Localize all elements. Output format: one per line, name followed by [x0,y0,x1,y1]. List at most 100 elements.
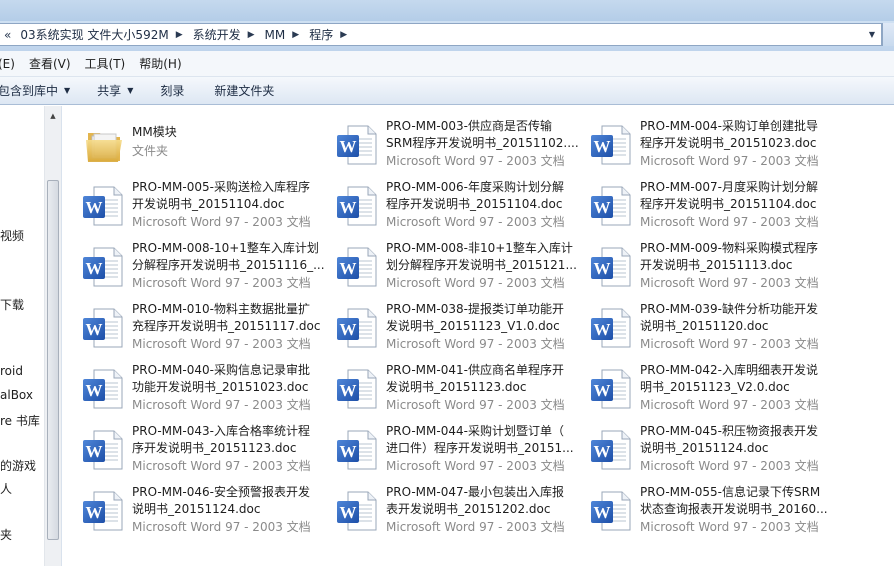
new-folder-button[interactable]: 新建文件夹 [214,82,274,99]
file-item[interactable]: W PRO-MM-007-月度采购计划分解 程序开发说明书_20151104.doc… [588,179,838,237]
file-name: PRO-MM-042-入库明细表开发说 [640,363,818,377]
file-name-continued: 发说明书_20151123_V1.0.doc [386,319,560,333]
nav-item[interactable]: 人 [0,480,12,497]
nav-item[interactable]: 视频 [0,227,24,244]
word-doc-icon: W [80,487,128,535]
include-in-library-button[interactable]: 包含到库中 ▼ [0,82,70,99]
menu-edit[interactable]: (E) [0,57,23,71]
file-type: Microsoft Word 97 - 2003 文档 [386,276,565,290]
file-name: MM模块 [132,125,177,139]
file-type: Microsoft Word 97 - 2003 文档 [132,276,311,290]
file-name: PRO-MM-007-月度采购计划分解 [640,180,818,194]
file-name: PRO-MM-039-缺件分析功能开发 [640,302,818,316]
file-name: PRO-MM-038-提报类订单功能开 [386,302,564,316]
file-name: PRO-MM-006-年度采购计划分解 [386,180,564,194]
word-doc-icon: W [588,121,636,169]
word-doc-icon: W [80,365,128,413]
file-name-continued: 功能开发说明书_20151023.doc [132,380,309,394]
svg-text:W: W [340,198,357,217]
word-doc-icon: W [588,487,636,535]
file-item[interactable]: W PRO-MM-008-非10+1整车入库计 划分解程序开发说明书_2015121… [334,240,584,298]
include-in-library-label: 包含到库中 [0,84,59,98]
menu-tools[interactable]: 工具(T) [85,55,134,72]
share-label: 共享 [97,84,122,98]
menu-view[interactable]: 查看(V) [29,55,79,72]
file-name: PRO-MM-010-物料主数据批量扩 [132,302,310,316]
nav-item[interactable]: alBox [0,388,33,402]
breadcrumb-arrow-icon[interactable]: ▶ [244,30,262,40]
scroll-up-icon[interactable]: ▲ [45,108,61,124]
chevron-down-icon: ▼ [127,86,134,95]
file-item[interactable]: W PRO-MM-046-安全预警报表开发 说明书_20151124.doc Micr… [80,484,330,542]
file-item[interactable]: W PRO-MM-006-年度采购计划分解 程序开发说明书_20151104.doc… [334,179,584,237]
scrollbar-thumb[interactable] [47,180,59,540]
file-name: PRO-MM-046-安全预警报表开发 [132,485,310,499]
breadcrumb-overflow-icon[interactable]: « [0,28,17,42]
file-name: PRO-MM-003-供应商是否传输 [386,119,552,133]
nav-scrollbar[interactable]: ▲ [44,106,61,566]
file-item[interactable]: W PRO-MM-003-供应商是否传输 SRM程序开发说明书_20151102..… [334,118,584,176]
chevron-down-icon: ▼ [64,86,71,95]
word-doc-icon: W [334,243,382,291]
file-type: Microsoft Word 97 - 2003 文档 [640,276,819,290]
file-type: Microsoft Word 97 - 2003 文档 [132,337,311,351]
file-type: Microsoft Word 97 - 2003 文档 [386,154,565,168]
nav-item[interactable]: 下载 [0,296,24,313]
file-item[interactable]: W PRO-MM-038-提报类订单功能开 发说明书_20151123_V1.0.d… [334,301,584,359]
file-item[interactable]: W PRO-MM-039-缺件分析功能开发 说明书_20151120.doc Micr… [588,301,838,359]
share-button[interactable]: 共享 ▼ [97,82,133,99]
file-item[interactable]: W PRO-MM-008-10+1整车入库计划 分解程序开发说明书_20151116… [80,240,330,298]
file-name-continued: 序开发说明书_20151123.doc [132,441,297,455]
nav-item[interactable]: 夹 [0,526,12,543]
chevron-down-icon[interactable]: ▼ [863,24,881,45]
breadcrumb-arrow-icon[interactable]: ▶ [288,30,306,40]
svg-text:W: W [594,198,611,217]
file-item[interactable]: W PRO-MM-043-入库合格率统计程 序开发说明书_20151123.doc M… [80,423,330,481]
file-name: PRO-MM-008-10+1整车入库计划 [132,241,319,255]
breadcrumb-arrow-icon[interactable]: ▶ [172,30,190,40]
burn-button[interactable]: 刻录 [160,82,184,99]
svg-text:W: W [594,503,611,522]
folder-item[interactable]: MM模块 文件夹 [80,118,330,176]
file-type: Microsoft Word 97 - 2003 文档 [640,398,819,412]
word-doc-icon: W [334,426,382,474]
svg-text:W: W [86,320,103,339]
nav-item[interactable]: re 书库 [0,412,40,429]
file-item[interactable]: W PRO-MM-009-物料采购模式程序 开发说明书_20151113.doc Mi… [588,240,838,298]
nav-item[interactable]: 的游戏 [0,457,36,474]
file-item[interactable]: W PRO-MM-044-采购计划暨订单（ 进口件）程序开发说明书_20151...… [334,423,584,481]
file-item[interactable]: W PRO-MM-040-采购信息记录审批 功能开发说明书_20151023.doc… [80,362,330,420]
window-title-strip [0,0,894,21]
file-name-continued: 发说明书_20151123.doc [386,380,527,394]
file-item[interactable]: W PRO-MM-045-积压物资报表开发 说明书_20151124.doc Micr… [588,423,838,481]
file-item[interactable]: W PRO-MM-042-入库明细表开发说 明书_20151123_V2.0.doc… [588,362,838,420]
menu-help[interactable]: 帮助(H) [139,55,189,72]
breadcrumb-item[interactable]: MM [262,24,289,45]
file-name-continued: 进口件）程序开发说明书_20151... [386,441,574,455]
nav-item[interactable]: roid [0,364,23,378]
svg-text:W: W [86,381,103,400]
breadcrumb-item[interactable]: 系统开发 [190,24,244,45]
file-item[interactable]: W PRO-MM-010-物料主数据批量扩 充程序开发说明书_20151117.do… [80,301,330,359]
svg-text:W: W [340,137,357,156]
word-doc-icon: W [334,121,382,169]
file-item[interactable]: W PRO-MM-005-采购送检入库程序 开发说明书_20151104.doc Mi… [80,179,330,237]
word-doc-icon: W [334,182,382,230]
file-name-continued: 程序开发说明书_20151104.doc [386,197,563,211]
word-doc-icon: W [334,365,382,413]
file-type: Microsoft Word 97 - 2003 文档 [386,398,565,412]
file-name-continued: 分解程序开发说明书_20151116_... [132,258,325,272]
file-item[interactable]: W PRO-MM-004-采购订单创建批导 程序开发说明书_20151023.doc… [588,118,838,176]
refresh-button-edge[interactable] [882,23,894,46]
file-item[interactable]: W PRO-MM-047-最小包装出入库报 表开发说明书_20151202.doc M… [334,484,584,542]
svg-text:W: W [594,137,611,156]
breadcrumb-item[interactable]: 程序 [306,24,336,45]
file-name: PRO-MM-041-供应商名单程序开 [386,363,564,377]
address-bar[interactable]: « 03系统实现 文件大小592M ▶ 系统开发 ▶ MM ▶ 程序 ▶ ▼ [0,23,882,46]
file-item[interactable]: W PRO-MM-055-信息记录下传SRM 状态查询报表开发说明书_20160..… [588,484,838,542]
breadcrumb-arrow-icon[interactable]: ▶ [336,30,354,40]
breadcrumb-item[interactable]: 03系统实现 文件大小592M [17,24,171,45]
svg-text:W: W [86,503,103,522]
file-type: Microsoft Word 97 - 2003 文档 [386,520,565,534]
file-item[interactable]: W PRO-MM-041-供应商名单程序开 发说明书_20151123.doc Mic… [334,362,584,420]
